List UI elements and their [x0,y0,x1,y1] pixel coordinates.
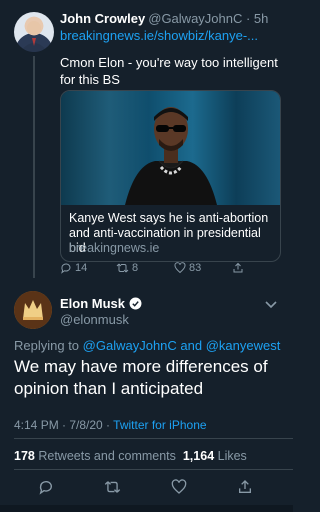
retweets-label: Retweets and comments [38,449,176,463]
john-crowley-avatar[interactable] [14,12,54,52]
quoted-tweet-actions: 14 8 83 [60,262,280,278]
quoted-retweet-button[interactable]: 8 [116,262,138,274]
retweets-stat[interactable]: 178 Retweets and comments [14,449,176,463]
reply-icon [39,481,52,495]
more-options-button[interactable] [265,296,277,314]
quoted-reply-count: 14 [75,262,88,274]
retweet-button[interactable] [104,479,121,500]
main-tweet-action-bar [0,479,293,497]
reply-button[interactable] [38,479,54,500]
main-author-handle[interactable]: @elonmusk [60,312,129,327]
reply-icon [61,263,71,274]
quoted-retweet-count: 8 [132,262,139,274]
quoted-tweet-link[interactable]: breakingnews.ie/showbiz/kanye-... [60,28,258,43]
tweet-stats: 178 Retweets and comments 1,164 Likes [14,449,247,463]
likes-count: 1,164 [182,449,215,463]
replying-to-handles[interactable]: @GalwayJohnC and @kanyewest [83,338,281,353]
verified-badge-icon [129,297,142,310]
main-author[interactable]: Elon Musk [60,296,142,311]
tweet-source-link[interactable]: Twitter for iPhone [113,418,206,432]
card-domain: breakingnews.ie [69,241,160,255]
next-tweet-edge [0,505,293,512]
quoted-reply-button[interactable]: 14 [60,262,87,274]
replying-to-prefix: Replying to [14,338,80,353]
tweet-timestamp: 4:14 PM · 7/8/20 · [14,418,114,432]
quoted-like-count: 83 [189,262,202,274]
heart-icon [171,479,187,494]
likes-label: Likes [217,449,247,463]
retweets-count: 178 [14,449,35,463]
thread-line [33,56,35,278]
link-preview-card[interactable]: Kanye West says he is anti-abortion and … [60,90,281,262]
heart-icon [174,262,186,274]
quoted-share-button[interactable] [232,262,244,274]
person-photo [125,107,217,205]
likes-stat[interactable]: 1,164 Likes [183,449,247,463]
quoted-author[interactable]: John Crowley @GalwayJohnC · 5h [60,11,268,26]
quoted-author-name[interactable]: John Crowley [60,11,145,26]
retweet-icon [116,263,129,273]
retweet-icon [104,481,121,493]
quoted-like-button[interactable]: 83 [174,262,201,274]
quoted-author-handle: @GalwayJohnC · 5h [148,11,269,26]
chevron-down-icon [265,301,277,309]
quoted-tweet-text: Cmon Elon - you're way too intelligent f… [60,55,278,87]
like-button[interactable] [171,479,187,500]
share-icon [239,480,251,493]
elon-musk-avatar[interactable] [14,291,52,329]
share-icon [233,262,243,273]
divider-bottom [14,469,293,470]
divider-top [14,438,293,439]
replying-to: Replying to @GalwayJohnC and @kanyewest [14,338,280,353]
tweet-meta: 4:14 PM · 7/8/20 · Twitter for iPhone [14,418,207,432]
card-image [61,91,280,205]
share-button[interactable] [237,479,253,500]
main-tweet-text: We may have more differences of opinion … [14,357,268,398]
main-author-name[interactable]: Elon Musk [60,296,125,311]
